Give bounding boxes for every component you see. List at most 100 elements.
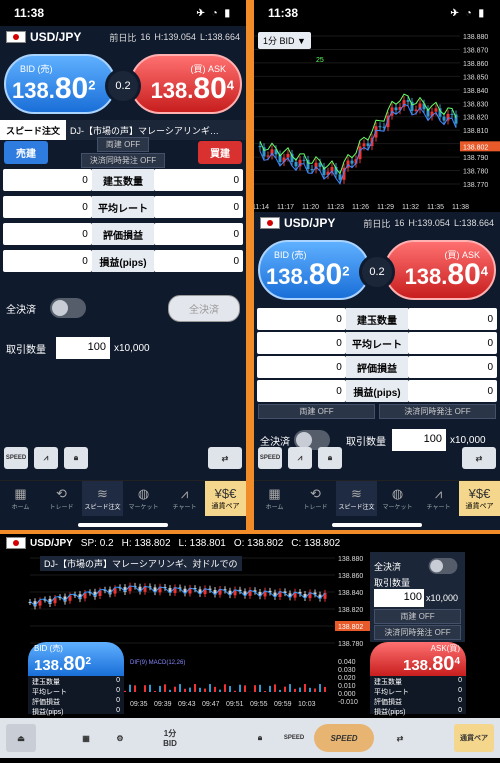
all-close-toggle[interactable]: [50, 298, 86, 318]
all-close-label: 全決済: [6, 304, 36, 316]
all-close-button[interactable]: 全決済: [168, 294, 240, 322]
candle: [294, 161, 298, 167]
ask-button[interactable]: (買) ASK 138.804: [384, 240, 496, 300]
nav-currency-pair[interactable]: ¥$€ 通貨ペア: [205, 481, 246, 516]
order-row: 売建 両建 OFF 決済同時発注 OFF 買建: [0, 136, 246, 168]
nav-currency-pair[interactable]: ¥$€ 通貨ペア: [459, 481, 500, 516]
speed-icon[interactable]: SPEED: [4, 447, 28, 469]
qty-input[interactable]: 100: [374, 589, 424, 607]
macd-bar: [194, 684, 196, 692]
osc-legend: DIF(9) MACD(12,26): [130, 660, 185, 666]
lock-icon[interactable]: 🔒︎: [246, 724, 274, 752]
qty-input[interactable]: 100: [56, 337, 110, 359]
buy-open-button[interactable]: 買建: [198, 140, 242, 164]
macd-bar: [304, 684, 306, 692]
c-value: C: 138.802: [291, 537, 341, 549]
simul-order-toggle[interactable]: 決済同時発注 OFF: [379, 404, 496, 419]
chart-nav-icon: ⩘: [434, 486, 443, 501]
chart-icon[interactable]: ⩘: [288, 447, 312, 469]
macd-bar: [314, 688, 316, 692]
bid-button[interactable]: BID (売) 138.802: [4, 54, 116, 114]
o-value: O: 138.802: [233, 537, 284, 549]
y-tick-label: 138.880: [463, 34, 488, 41]
qty-unit: x10,000: [450, 434, 486, 446]
nav-chart[interactable]: ⩘ チャート: [418, 481, 459, 516]
landscape-toolbar: ⏏ ▦ ⚙ 1分 BID 🔒︎ SPEED SPEED ⇄ 通貨ペア: [0, 718, 500, 758]
macd-bar: [154, 690, 156, 692]
hedge-toggle[interactable]: 両建 OFF: [374, 609, 461, 624]
simul-order-toggle[interactable]: 決済同時発注 OFF: [80, 152, 166, 168]
nav-trade[interactable]: ⟲ トレード: [41, 481, 82, 516]
x-tick-label: 11:20: [302, 204, 319, 211]
lock-icon[interactable]: 🔒︎: [64, 447, 88, 469]
qty-label: 取引数量: [374, 578, 411, 588]
x-tick-label: 11:32: [402, 204, 419, 211]
currency-pair-icon: ¥$€: [214, 486, 237, 501]
osc-tick-label: 0.040: [338, 659, 356, 666]
hedge-toggle[interactable]: 両建 OFF: [258, 404, 375, 419]
high-value: 139.054: [163, 32, 196, 42]
macd-bar: [224, 684, 226, 692]
gear-icon[interactable]: ⚙: [106, 724, 134, 752]
sell-open-button[interactable]: 売建: [4, 140, 48, 164]
y-tick-label: 138.830: [463, 101, 488, 108]
chart-order-screen: 11:38 ✈ ◔ ▮ 1分 BID ▼ 138.880 138.870 138.86…: [254, 0, 500, 530]
toolbar: SPEED ⩘ 🔒︎ ⇄: [254, 447, 500, 469]
layout-switch-icon[interactable]: ⇄: [380, 724, 420, 752]
macd-bar: [209, 684, 211, 692]
candle-chart[interactable]: 1分 BID ▼ 138.880 138.870 138.860 138.850 138…: [254, 26, 500, 212]
collapse-icon[interactable]: ⏏: [6, 724, 36, 752]
layout-switch-icon[interactable]: ⇄: [462, 447, 496, 469]
all-close-label: 全決済: [374, 561, 402, 572]
timeframe-button[interactable]: 1分 BID: [140, 724, 200, 752]
nav-home[interactable]: ▦ ホーム: [254, 481, 295, 516]
nav-market[interactable]: ◍ マーケット: [123, 481, 164, 516]
hedge-toggle[interactable]: 両建 OFF: [96, 136, 150, 152]
candle: [286, 153, 290, 158]
osc-tick-label: 0.020: [338, 675, 356, 682]
table-row: 0 平均レート 0: [3, 196, 243, 218]
macd-bar: [169, 689, 171, 692]
currency-pair-button[interactable]: 通貨ペア: [454, 724, 494, 752]
macd-bar: [309, 687, 311, 692]
nav-speed-order[interactable]: ≋ スピード注文: [336, 481, 377, 516]
chart-icon[interactable]: ⩘: [34, 447, 58, 469]
bid-button[interactable]: BID (売) 138.802: [258, 240, 370, 300]
speed-icon[interactable]: SPEED: [258, 447, 282, 469]
nav-home[interactable]: ▦ ホーム: [0, 481, 41, 516]
nav-speed-order[interactable]: ≋ スピード注文: [82, 481, 123, 516]
home-indicator: [332, 523, 422, 527]
speed-order-icon: ≋: [351, 486, 362, 501]
ma-line: [259, 93, 457, 175]
ask-button[interactable]: (買) ASK 138.804: [130, 54, 242, 114]
grid-icon[interactable]: ▦: [72, 724, 100, 752]
bid-button[interactable]: BID (売) 138.802: [28, 642, 124, 676]
speed-order-icon: ≋: [97, 486, 108, 501]
macd-bar: [214, 686, 216, 692]
macd-bar: [244, 685, 246, 692]
macd-bar: [219, 689, 221, 692]
nav-trade[interactable]: ⟲ トレード: [295, 481, 336, 516]
prev-value: 16: [394, 218, 405, 228]
candle: [362, 143, 366, 147]
x-tick-label: 11:29: [377, 204, 394, 211]
layout-switch-icon[interactable]: ⇄: [208, 447, 242, 469]
symbol-label: USD/JPY: [30, 537, 73, 549]
symbol-header[interactable]: USD/JPY 前日比 16 H: 139.054 L: 138.664: [254, 212, 500, 234]
nav-chart[interactable]: ⩘ チャート: [164, 481, 205, 516]
speed-order-button[interactable]: SPEED: [314, 724, 374, 752]
home-icon: ▦: [268, 486, 281, 501]
osc-tick-label: 0.030: [338, 667, 356, 674]
macd-bar: [259, 684, 261, 692]
tab-speed-order[interactable]: スピード注文: [0, 120, 67, 140]
news-ticker[interactable]: DJ-【市場の声】マレーシアリンギ、対ドルでの: [40, 556, 242, 571]
simul-order-toggle[interactable]: 決済同時発注 OFF: [374, 625, 461, 640]
all-close-toggle[interactable]: [428, 558, 458, 574]
speed-settings-icon[interactable]: SPEED: [280, 724, 308, 752]
symbol-header[interactable]: USD/JPY 前日比 16 H: 139.054 L: 138.664: [0, 26, 246, 48]
timeframe-select[interactable]: 1分 BID ▼: [258, 32, 311, 49]
ask-button[interactable]: ASK(買) 138.804: [370, 642, 466, 676]
nav-market[interactable]: ◍ マーケット: [377, 481, 418, 516]
all-close-row: 全決済 全決済: [0, 293, 246, 323]
lock-icon[interactable]: 🔒︎: [318, 447, 342, 469]
